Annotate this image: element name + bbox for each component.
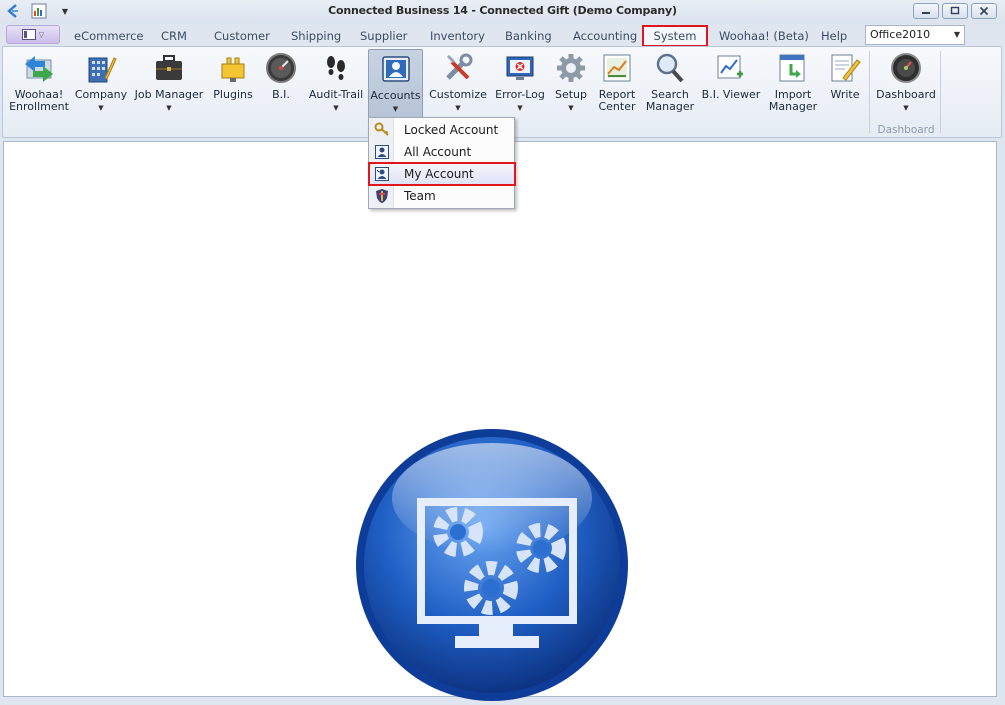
- ribbon-group-separator: [940, 51, 941, 133]
- bi-label: B.I.: [272, 88, 290, 101]
- system-module-logo: [355, 428, 629, 702]
- accounts-dropdown-menu: Locked Account All Account My Account Te…: [368, 117, 516, 209]
- import-icon: [776, 51, 810, 85]
- chevron-down-icon: ▼: [333, 104, 339, 112]
- tab-shipping[interactable]: Shipping: [285, 26, 347, 46]
- keys-icon: [370, 122, 394, 138]
- tab-help[interactable]: Help: [815, 26, 853, 46]
- menu-item-label: Locked Account: [404, 123, 499, 137]
- gear-icon: [554, 51, 588, 85]
- tab-system[interactable]: System: [642, 25, 708, 47]
- app-menu-icon: [21, 29, 36, 40]
- company-button[interactable]: Company ▼: [73, 49, 129, 125]
- report-center-label: Report Center: [598, 88, 636, 113]
- window-title: Connected Business 14 - Connected Gift (…: [328, 4, 677, 17]
- plugins-button[interactable]: Plugins: [209, 49, 257, 125]
- audit-trail-button[interactable]: Audit-Trail ▼: [305, 49, 367, 125]
- chevron-down-icon: ▼: [903, 104, 909, 112]
- error-monitor-icon: [503, 51, 537, 85]
- woohaa-enrollment-button[interactable]: Woohaa! Enrollment: [7, 49, 71, 125]
- close-button[interactable]: [971, 3, 997, 19]
- menu-item-all-account[interactable]: All Account: [370, 141, 514, 163]
- tab-ecommerce[interactable]: eCommerce: [68, 26, 150, 46]
- chevron-down-icon: ▼: [392, 105, 399, 113]
- team-shield-icon: [370, 188, 394, 204]
- tab-accounting[interactable]: Accounting: [567, 26, 643, 46]
- gauge-icon: [264, 51, 298, 85]
- job-manager-label: Job Manager: [134, 88, 204, 101]
- chevron-down-icon: ▽: [38, 30, 45, 39]
- write-pencil-icon: [828, 51, 862, 85]
- enrollment-arrows-icon: [22, 51, 56, 85]
- plugin-icon: [216, 51, 250, 85]
- chevron-down-icon: ▼: [568, 104, 574, 112]
- chevron-down-icon: ▼: [517, 104, 523, 112]
- customize-label: Customize: [429, 88, 487, 101]
- user-card-icon: [370, 144, 394, 160]
- user-account-icon: [379, 52, 413, 86]
- setup-button[interactable]: Setup ▼: [551, 49, 591, 125]
- menu-item-label: Team: [404, 189, 436, 203]
- window-controls: [913, 3, 997, 19]
- bi-button[interactable]: B.I.: [261, 49, 301, 125]
- magnifier-icon: [653, 51, 687, 85]
- application-menu-button[interactable]: ▽: [6, 25, 60, 44]
- search-manager-button[interactable]: Search Manager: [643, 49, 697, 125]
- report-chart-icon: [600, 51, 634, 85]
- tools-icon: [441, 51, 475, 85]
- chevron-down-icon: ▼: [455, 104, 461, 112]
- chevron-down-icon: ▼: [166, 104, 172, 112]
- menu-item-locked-account[interactable]: Locked Account: [370, 119, 514, 141]
- dashboard-gauge-icon: [889, 51, 923, 85]
- maximize-button[interactable]: [942, 3, 968, 19]
- tab-inventory[interactable]: Inventory: [424, 26, 491, 46]
- theme-select-value: Office2010: [870, 28, 931, 41]
- user-card-check-icon: [370, 166, 394, 182]
- menu-item-my-account[interactable]: My Account: [368, 162, 516, 186]
- write-label: Write: [830, 88, 860, 101]
- menu-item-label: My Account: [404, 167, 474, 181]
- dashboard-label: Dashboard: [876, 88, 936, 101]
- bi-viewer-icon: [714, 51, 748, 85]
- error-log-button[interactable]: Error-Log ▼: [492, 49, 548, 125]
- accounts-button[interactable]: Accounts ▼: [368, 49, 423, 125]
- plugins-label: Plugins: [213, 88, 253, 101]
- search-manager-label: Search Manager: [645, 88, 695, 113]
- menu-item-label: All Account: [404, 145, 472, 159]
- woohaa-enrollment-label: Woohaa! Enrollment: [9, 88, 69, 113]
- report-center-button[interactable]: Report Center: [595, 49, 639, 125]
- tab-banking[interactable]: Banking: [499, 26, 558, 46]
- menu-item-team[interactable]: Team: [370, 185, 514, 207]
- job-manager-button[interactable]: Job Manager ▼: [133, 49, 205, 125]
- company-label: Company: [74, 88, 128, 101]
- customize-button[interactable]: Customize ▼: [427, 49, 489, 125]
- footprints-icon: [319, 51, 353, 85]
- briefcase-icon: [152, 51, 186, 85]
- setup-label: Setup: [554, 88, 588, 101]
- bi-viewer-button[interactable]: B.I. Viewer: [701, 49, 761, 125]
- title-bar: ▼ Connected Business 14 - Connected Gift…: [0, 0, 1005, 24]
- audit-trail-label: Audit-Trail: [308, 88, 364, 101]
- application-window: ▼ Connected Business 14 - Connected Gift…: [0, 0, 1005, 701]
- minimize-button[interactable]: [913, 3, 939, 19]
- tab-supplier[interactable]: Supplier: [354, 26, 413, 46]
- ribbon-group-label-dashboard: Dashboard: [877, 124, 935, 136]
- ribbon-group-separator: [869, 51, 870, 133]
- dashboard-button[interactable]: Dashboard ▼: [875, 49, 937, 125]
- import-manager-label: Import Manager: [768, 88, 818, 113]
- accounts-label: Accounts: [370, 89, 421, 102]
- error-log-label: Error-Log: [495, 88, 545, 101]
- system-gears-monitor-icon: [356, 429, 628, 701]
- theme-select[interactable]: Office2010 ▼: [865, 25, 965, 45]
- tab-crm[interactable]: CRM: [155, 26, 193, 46]
- bi-viewer-label: B.I. Viewer: [701, 88, 761, 101]
- tab-customer[interactable]: Customer: [208, 26, 276, 46]
- import-manager-button[interactable]: Import Manager: [765, 49, 821, 125]
- ribbon-tab-row: ▽ eCommerce CRM Customer Shipping Suppli…: [0, 24, 1005, 47]
- chevron-down-icon: ▼: [98, 104, 104, 112]
- chevron-down-icon: ▼: [953, 30, 960, 39]
- company-building-icon: [84, 51, 118, 85]
- tab-woohaa-beta[interactable]: Woohaa! (Beta): [713, 26, 815, 46]
- write-button[interactable]: Write: [825, 49, 865, 125]
